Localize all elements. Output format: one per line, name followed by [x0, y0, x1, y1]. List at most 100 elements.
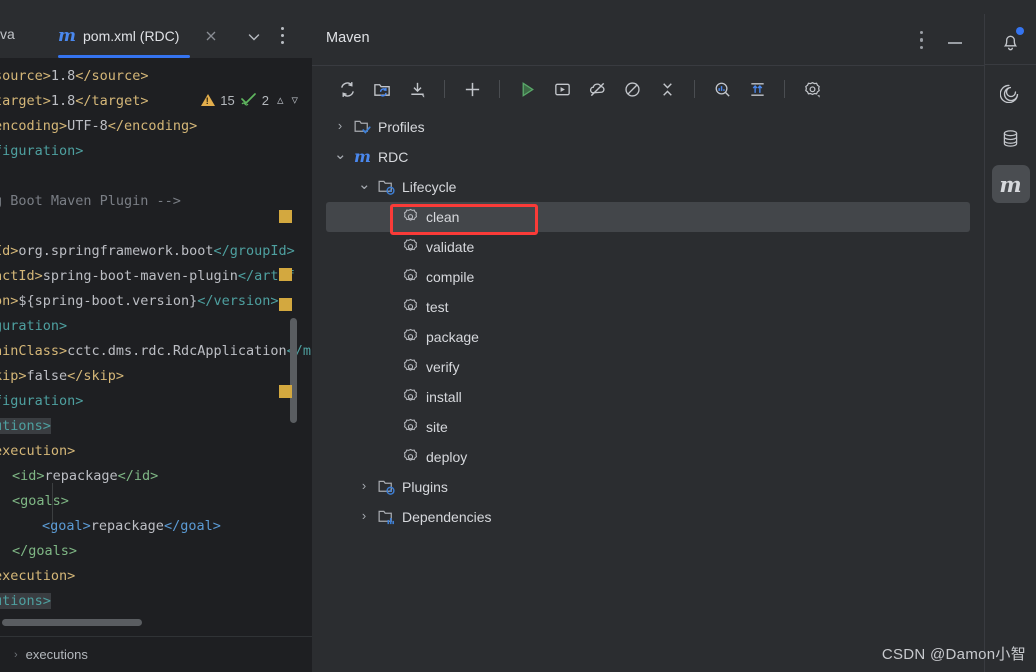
add-icon[interactable] [457, 74, 487, 104]
show-dependency-analyzer-icon[interactable] [707, 74, 737, 104]
notifications-icon[interactable] [992, 22, 1030, 60]
run-icon[interactable] [512, 74, 542, 104]
maven-panel-header: Maven [312, 14, 984, 66]
maven-tree-item-deploy[interactable]: deploy [312, 442, 984, 472]
code-token: </goal> [163, 518, 221, 534]
inspection-widget[interactable]: 15 2 ▵ ▿ [201, 92, 298, 108]
code-token: actId> [0, 268, 43, 284]
code-token: <id> [12, 468, 45, 484]
chevron-right-icon[interactable]: › [358, 508, 370, 523]
reload-all-projects-icon[interactable] [332, 74, 362, 104]
add-maven-project-icon[interactable] [367, 74, 397, 104]
warning-triangle-icon [201, 94, 216, 106]
maven-tool-window: Maven › Profiles ⌄ m RDC ⌄ Lifecycle cle… [312, 14, 984, 672]
maven-tree-item-label: install [426, 389, 462, 405]
toolbar-separator [694, 80, 695, 98]
maven-tree-item-install[interactable]: install [312, 382, 984, 412]
maven-tree-item-plugins[interactable]: › Plugins [312, 472, 984, 502]
code-token: repackage [90, 518, 164, 534]
code-line: execution> [0, 441, 75, 461]
folder-lifecycle-icon [378, 178, 396, 196]
download-sources-icon[interactable] [402, 74, 432, 104]
code-token: execution> [0, 568, 76, 584]
warning-count: 15 [220, 92, 235, 108]
chevron-down-icon[interactable]: ⌄ [358, 175, 371, 193]
maven-tree-item-dependencies[interactable]: › Dependencies [312, 502, 984, 532]
code-editor[interactable]: source>1.8</source>target>1.8</target>en… [0, 58, 312, 627]
maven-settings-icon[interactable] [797, 74, 827, 104]
maven-goal-icon [402, 388, 420, 406]
more-vertical-icon[interactable] [281, 27, 285, 45]
code-token: encoding> [0, 118, 68, 134]
code-token: </encoding> [107, 118, 198, 134]
chevron-down-icon[interactable]: ⌄ [334, 145, 347, 163]
breadcrumb[interactable]: › executions [0, 636, 312, 672]
folder-plugins-icon [378, 478, 396, 496]
ide-window: va m pom.xml (RDC) 15 2 ▵ ▿ [0, 0, 1036, 672]
database-icon[interactable] [992, 119, 1030, 157]
maven-tree-item-package[interactable]: package [312, 322, 984, 352]
code-line: kip>false</skip> [0, 366, 124, 386]
maven-project-tree[interactable]: › Profiles ⌄ m RDC ⌄ Lifecycle clean validate com… [312, 112, 984, 672]
code-token: utions> [0, 593, 51, 609]
close-icon[interactable] [203, 28, 219, 44]
execute-maven-goal-icon[interactable] [547, 74, 577, 104]
chevron-right-icon[interactable]: › [358, 478, 370, 493]
toggle-skip-tests-icon[interactable] [582, 74, 612, 104]
right-tool-rail: m [984, 14, 1036, 672]
maven-icon[interactable]: m [991, 165, 1030, 203]
toolbar-separator [444, 80, 445, 98]
maven-tree-item-verify[interactable]: verify [312, 352, 984, 382]
chevron-right-icon[interactable]: › [334, 118, 346, 133]
inspection-ok-icon [240, 93, 256, 106]
code-line: <goal>repackage</goal> [42, 516, 221, 536]
code-token: kip> [0, 368, 27, 384]
code-line: source>1.8</source> [0, 66, 148, 86]
chevron-down-icon[interactable] [246, 29, 262, 45]
code-token: Id> [0, 243, 19, 259]
code-line: figuration> [0, 391, 83, 411]
maven-goal-icon [402, 358, 420, 376]
code-token: g Boot Maven Plugin --> [0, 193, 181, 209]
code-token: </groupId> [213, 243, 295, 259]
notification-badge [1015, 27, 1024, 35]
code-line: execution> [0, 566, 75, 586]
maven-tree-item-label: validate [426, 239, 475, 255]
expand-all-icon[interactable] [742, 74, 772, 104]
breadcrumb-label[interactable]: executions [26, 647, 88, 662]
top-toolbar-strip [0, 0, 1036, 14]
code-token: </source> [75, 68, 149, 84]
editor-tab-previous[interactable]: va [0, 26, 15, 42]
maven-tree-item-clean[interactable]: clean [312, 202, 984, 232]
inspection-ok-count: 2 [261, 92, 269, 108]
maven-tree-item-profiles[interactable]: › Profiles [312, 112, 984, 142]
code-token: figuration> [0, 143, 84, 159]
maven-tree-item-compile[interactable]: compile [312, 262, 984, 292]
editor-horizontal-scrollbar[interactable] [2, 619, 142, 626]
code-token: target> [0, 93, 51, 109]
maven-project-icon: m [354, 147, 371, 166]
code-token: <goal> [42, 518, 91, 534]
more-vertical-icon[interactable] [920, 31, 924, 49]
code-line: guration> [0, 316, 67, 336]
maven-tree-item-lifecycle[interactable]: ⌄ Lifecycle [312, 172, 984, 202]
code-token: </artif [237, 268, 295, 284]
toggle-offline-mode-icon[interactable] [617, 74, 647, 104]
minimize-icon[interactable] [948, 42, 962, 44]
code-token: figuration> [0, 393, 84, 409]
ai-assistant-icon[interactable] [992, 73, 1030, 111]
maven-tree-item-rdc[interactable]: ⌄ m RDC [312, 142, 984, 172]
folder-dependencies-icon [378, 508, 396, 526]
code-token: spring-boot-maven-plugin [42, 268, 238, 284]
editor-tab-pom-xml[interactable]: m pom.xml (RDC) [58, 14, 190, 58]
code-token: ainClass> [0, 343, 68, 359]
chevron-up-icon[interactable]: ▵ [277, 92, 284, 108]
collapse-all-icon[interactable] [652, 74, 682, 104]
code-token: </goals> [12, 543, 78, 559]
maven-tree-item-validate[interactable]: validate [312, 232, 984, 262]
code-token: </m [286, 343, 311, 359]
maven-tree-item-test[interactable]: test [312, 292, 984, 322]
maven-tree-item-label: Plugins [402, 479, 448, 495]
chevron-down-icon[interactable]: ▿ [291, 92, 298, 108]
maven-tree-item-site[interactable]: site [312, 412, 984, 442]
